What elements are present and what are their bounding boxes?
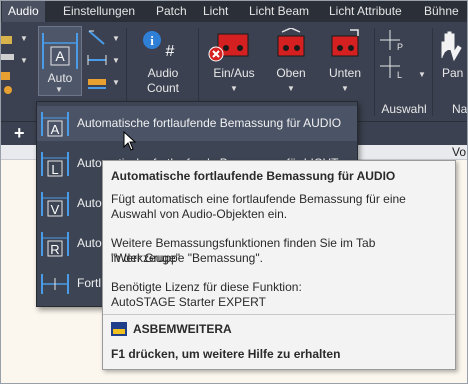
dimension-l-icon: L (41, 152, 69, 177)
tab-licht-attribute[interactable]: Licht Attribute (323, 0, 408, 22)
pan-button[interactable]: Pan (436, 28, 468, 100)
tooltip-more-line-2: in der Gruppe "Bemassung". (111, 251, 263, 265)
ein-aus-button[interactable]: Ein/Aus ▼ (206, 28, 262, 100)
audio-count-label-1: Audio (147, 66, 179, 80)
dimension-a-icon: A (42, 33, 78, 69)
svg-text:V: V (51, 202, 60, 217)
view-label: Vo (452, 145, 467, 159)
ein-aus-label: Ein/Aus (213, 66, 255, 80)
tab-einstellungen[interactable]: Einstellungen (57, 0, 141, 22)
chevron-down-icon[interactable]: ▼ (20, 34, 28, 43)
mouse-pointer-icon (123, 131, 137, 151)
tooltip-divider (103, 314, 455, 315)
partial-tools-group[interactable] (0, 30, 22, 100)
toggle-speaker-icon (208, 33, 249, 62)
pan-label: Pan (442, 66, 464, 80)
hand-icon (441, 31, 462, 62)
menu-item-label: Auto (77, 196, 102, 210)
select-p-button[interactable]: P (380, 28, 404, 52)
svg-text:R: R (50, 242, 59, 257)
chevron-down-icon[interactable]: ▼ (20, 56, 28, 65)
new-tab-button[interactable]: + (14, 123, 25, 144)
tooltip-desc-line-2: Auswahl von Audio-Objekten ein. (111, 207, 288, 221)
select-l-button[interactable]: L (380, 54, 404, 80)
tooltip-license-line-1: Benötigte Lizenz für diese Funktion: (111, 280, 302, 294)
command-line-icon (111, 322, 127, 336)
oben-button[interactable]: Oben ▼ (266, 27, 316, 100)
diagonal-dimension-icon (88, 30, 105, 45)
partial-group-label: Na (452, 102, 468, 116)
tooltip-desc-line-1: Fügt automatisch eine fortlaufende Bemas… (111, 192, 406, 206)
chevron-down-icon[interactable]: ▼ (418, 70, 426, 79)
tab-patch[interactable]: Patch (150, 0, 193, 22)
tooltip-command-name: ASBEMWEITERA (133, 322, 232, 336)
unten-button[interactable]: Unten ▼ (320, 28, 370, 100)
speaker-down-icon (331, 29, 359, 57)
menu-item-label: Automatische fortlaufende Bemassung für … (77, 116, 342, 130)
unten-label: Unten (328, 66, 362, 80)
dimension-r-icon: R (41, 232, 69, 257)
speaker-up-icon (277, 27, 305, 57)
chevron-down-icon: ▼ (55, 85, 63, 94)
tooltip-license-line-2: AutoSTAGE Starter EXPERT (111, 295, 266, 309)
dimension-chain-icon (41, 274, 69, 294)
tab-audio[interactable]: Audio (2, 0, 45, 22)
crosshair-l-icon: L (380, 56, 402, 80)
svg-text:P: P (397, 42, 403, 52)
dimension-tool-1-button[interactable] (86, 28, 108, 48)
ribbon-separator (374, 28, 375, 116)
oben-label: Oben (276, 66, 306, 80)
ribbon-separator (432, 28, 433, 116)
chevron-down-icon: ▼ (230, 84, 238, 93)
ruler-dimension-icon (88, 79, 106, 89)
crosshair-p-icon: P (380, 30, 403, 52)
svg-text:A: A (51, 122, 60, 137)
menu-item-label: Fortl (77, 276, 101, 290)
dimension-v-icon: V (41, 192, 69, 217)
auto-button[interactable]: A Auto ▼ (38, 26, 82, 96)
command-tooltip: Automatische fortlaufende Bemassung für … (102, 160, 456, 370)
info-count-icon: i # (143, 31, 175, 60)
tooltip-help-hint: F1 drücken, um weitere Hilfe zu erhalten (111, 347, 341, 361)
chevron-down-icon: ▼ (287, 84, 295, 93)
tab-licht-beam[interactable]: Licht Beam (243, 0, 315, 22)
tab-licht[interactable]: Licht (197, 0, 234, 22)
menu-item-audio[interactable]: A Automatische fortlaufende Bemassung fü… (37, 106, 357, 141)
svg-text:i: i (150, 33, 154, 48)
partial-tools-icon (0, 36, 14, 94)
tab-buehne[interactable]: Bühne (418, 0, 465, 22)
ribbon-tab-bar: Audio Einstellungen Patch Licht Licht Be… (0, 0, 468, 22)
chevron-down-icon[interactable]: ▼ (112, 78, 120, 87)
audio-count-button[interactable]: i # Audio Count (138, 28, 188, 100)
audio-count-label-2: Count (146, 81, 180, 95)
auswahl-group-label: Auswahl (381, 102, 427, 116)
chevron-down-icon[interactable]: ▼ (112, 34, 120, 43)
dimension-a-icon: A (41, 112, 69, 137)
svg-text:L: L (51, 162, 58, 177)
dimension-tool-3-button[interactable] (86, 72, 108, 92)
auto-label: Auto (47, 71, 73, 85)
chevron-down-icon[interactable]: ▼ (112, 56, 120, 65)
tooltip-title: Automatische fortlaufende Bemassung für … (111, 169, 396, 183)
horizontal-dimension-icon (87, 55, 107, 65)
svg-text:A: A (55, 48, 65, 64)
dimension-tool-2-button[interactable] (86, 50, 108, 70)
menu-item-label: Auto (77, 236, 102, 250)
chevron-down-icon: ▼ (341, 84, 349, 93)
svg-text:L: L (397, 70, 402, 80)
svg-text:#: # (166, 43, 175, 60)
